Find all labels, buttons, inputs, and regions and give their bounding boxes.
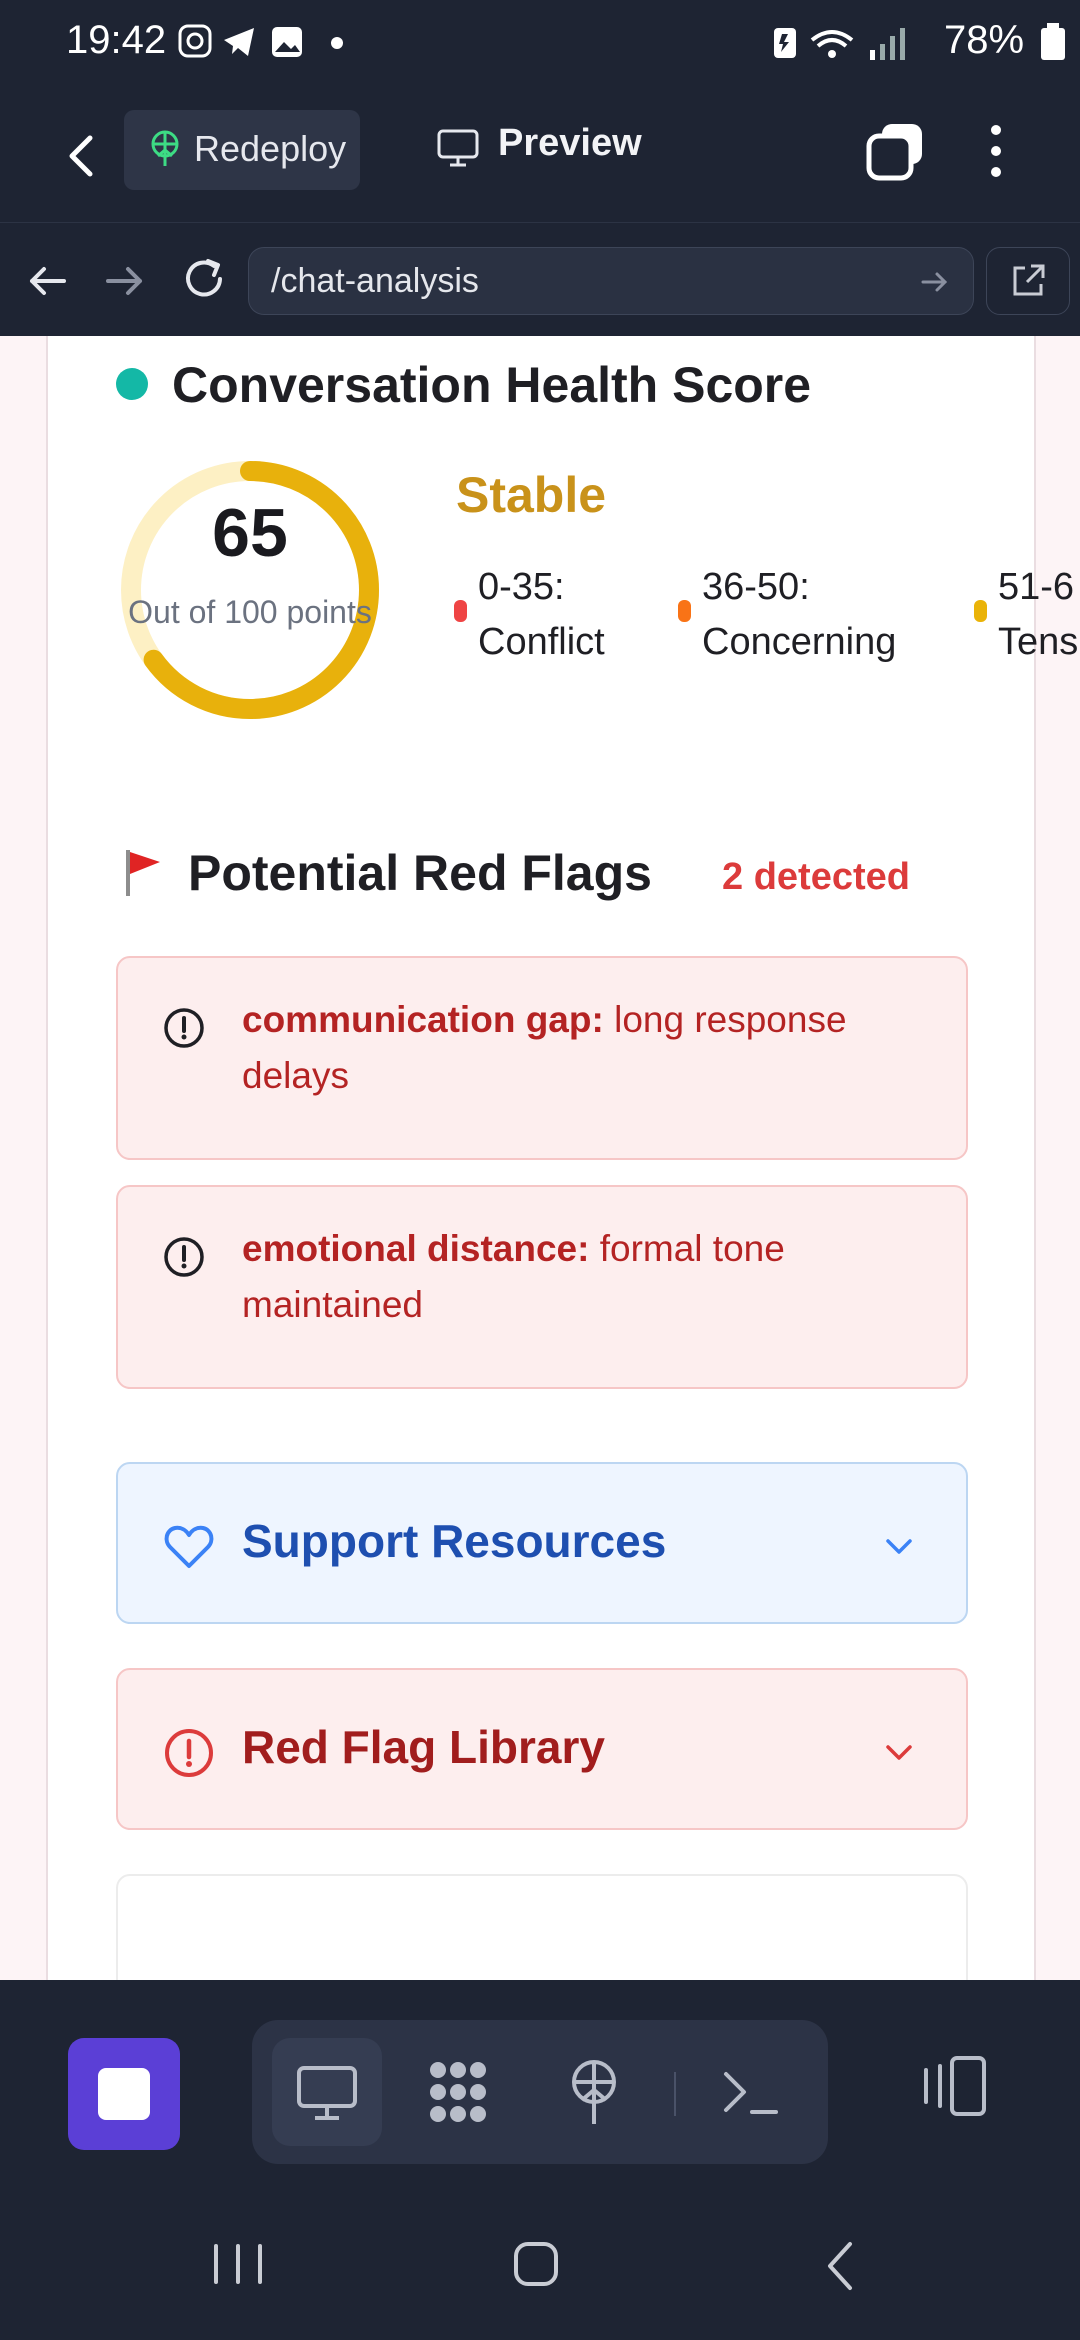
health-status-label: Stable xyxy=(456,467,607,523)
more-vertical-icon[interactable] xyxy=(976,120,1016,182)
legend-label: Concerning xyxy=(702,621,897,663)
red-flags-title: Potential Red Flags xyxy=(188,845,652,901)
system-status-icons xyxy=(774,28,905,60)
red-flag-item: communication gap: long response delays xyxy=(116,956,968,1160)
legend-range: 0-35: xyxy=(478,566,565,608)
system-back-icon[interactable] xyxy=(820,2238,860,2294)
redeploy-button[interactable]: Redeploy xyxy=(124,110,360,190)
alert-circle-icon xyxy=(164,1237,204,1277)
terminal-icon[interactable] xyxy=(716,2056,788,2128)
go-arrow-icon[interactable] xyxy=(919,266,951,298)
web-content: Conversation Health Score 65 Out of 100 … xyxy=(0,336,1080,1980)
red-flag-library-accordion[interactable]: Red Flag Library xyxy=(116,1668,968,1830)
alert-circle-icon xyxy=(164,1008,204,1048)
red-flag-name: communication gap: xyxy=(242,999,604,1040)
desktop-view-button[interactable] xyxy=(272,2038,382,2146)
red-flag-item: emotional distance: formal tone maintain… xyxy=(116,1185,968,1389)
support-resources-accordion[interactable]: Support Resources xyxy=(116,1462,968,1624)
url-bar: /chat-analysis xyxy=(0,222,1080,336)
external-link-icon xyxy=(1013,264,1045,296)
alert-circle-icon xyxy=(165,1729,213,1777)
red-flag-name: emotional distance: xyxy=(242,1228,590,1269)
legend-range: 51-6 xyxy=(998,566,1075,608)
battery-icon xyxy=(1041,23,1065,60)
preview-label: Preview xyxy=(498,122,642,164)
stop-button[interactable] xyxy=(68,2038,180,2150)
health-score-caption: Out of 100 points xyxy=(128,594,372,630)
home-icon[interactable] xyxy=(512,2240,560,2288)
nav-back-icon[interactable] xyxy=(24,257,72,305)
app-header: Redeploy Preview xyxy=(0,84,1080,222)
recent-apps-icon[interactable] xyxy=(208,2242,268,2286)
tool-group xyxy=(252,2020,828,2164)
stop-icon xyxy=(98,2068,150,2120)
red-flags-count: 2 detected xyxy=(722,856,910,898)
battery-percent: 78% xyxy=(944,18,1025,62)
antenna-icon xyxy=(151,130,179,166)
analysis-card: Conversation Health Score 65 Out of 100 … xyxy=(46,336,1078,1980)
notification-icons xyxy=(178,24,302,58)
legend-range: 36-50: xyxy=(702,566,810,608)
reload-icon[interactable] xyxy=(178,253,230,305)
legend-dot xyxy=(454,600,467,622)
antenna-icon[interactable] xyxy=(558,2056,630,2128)
monitor-icon xyxy=(297,2066,357,2120)
support-resources-label: Support Resources xyxy=(242,1515,667,1567)
red-flag-icon xyxy=(126,850,160,896)
chevron-down-icon xyxy=(886,1539,912,1554)
health-score-value: 65 xyxy=(212,495,288,571)
open-external-button[interactable] xyxy=(986,247,1070,315)
status-bar: 19:42 78% xyxy=(0,0,1080,84)
dot-icon xyxy=(331,37,343,49)
monitor-icon xyxy=(437,129,479,167)
heart-icon xyxy=(164,1525,214,1568)
url-input[interactable]: /chat-analysis xyxy=(248,247,974,315)
bottom-toolbar xyxy=(0,1980,1080,2196)
back-arrow-icon[interactable] xyxy=(52,126,112,186)
legend-label: Conflict xyxy=(478,621,605,663)
red-flag-library-label: Red Flag Library xyxy=(242,1721,605,1773)
legend-dot xyxy=(974,600,987,622)
next-section-card xyxy=(116,1874,968,1980)
copy-icon[interactable] xyxy=(864,120,926,182)
legend-dot xyxy=(678,600,691,622)
apps-grid-icon[interactable] xyxy=(422,2056,494,2128)
url-text: /chat-analysis xyxy=(271,262,479,300)
toolbar-divider xyxy=(674,2072,676,2116)
system-navigation-bar xyxy=(0,2180,1080,2340)
legend-label: Tens xyxy=(998,621,1079,663)
health-score-title: Conversation Health Score xyxy=(172,357,812,413)
health-status-dot xyxy=(116,368,148,400)
nav-forward-icon[interactable] xyxy=(100,257,148,305)
status-time: 19:42 xyxy=(66,18,167,62)
panel-toggle-icon[interactable] xyxy=(918,2052,990,2120)
chevron-down-icon xyxy=(886,1745,912,1760)
redeploy-label: Redeploy xyxy=(194,128,347,169)
